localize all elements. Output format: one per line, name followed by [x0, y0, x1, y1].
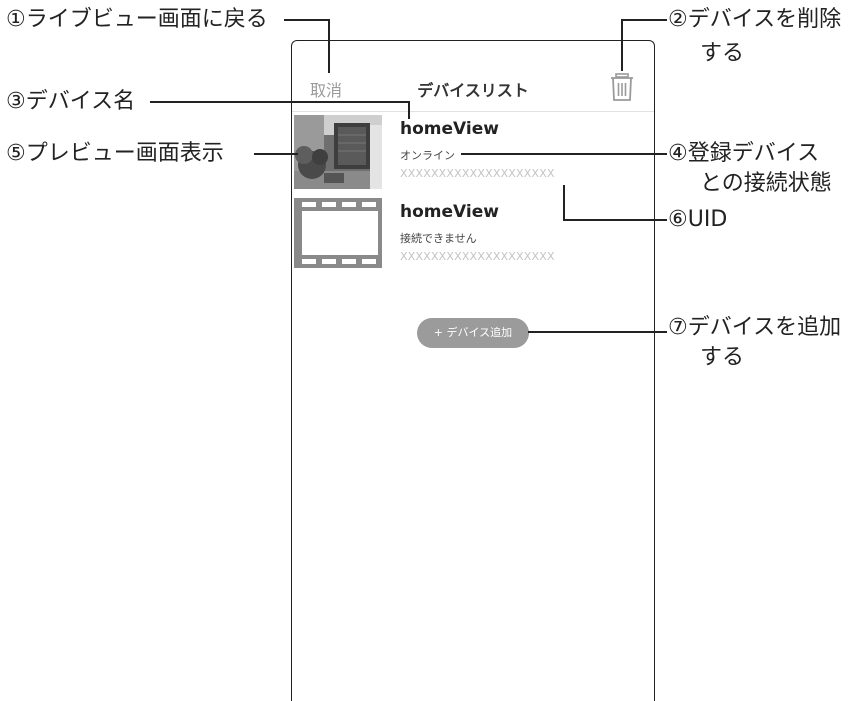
nav-divider	[292, 111, 654, 112]
phone-screen: 取消 デバイスリスト homeView オンライン XXXXXXXXXXXXXX…	[291, 40, 655, 701]
callout-return-to-liveview: ①ライブビュー画面に戻る	[6, 7, 268, 32]
callout-delete-device: ②デバイスを削除	[668, 7, 842, 32]
page-title: デバイスリスト	[417, 81, 529, 100]
leader-line	[254, 153, 298, 155]
connection-status: オンライン	[400, 149, 455, 162]
callout-delete-device-cont: する	[700, 41, 745, 66]
callout-preview-display: ⑤プレビュー画面表示	[6, 141, 224, 166]
device-name: homeView	[400, 202, 499, 222]
callout-uid: ⑥UID	[668, 207, 728, 232]
leader-line	[563, 219, 667, 221]
device-list-item[interactable]: homeView 接続できません XXXXXXXXXXXXXXXXXXXX	[292, 196, 654, 276]
leader-line	[328, 19, 330, 73]
leader-line	[461, 153, 667, 155]
callout-connection-status: ④登録デバイス	[668, 141, 820, 166]
leader-line	[150, 101, 410, 103]
add-device-button[interactable]: + デバイス追加	[417, 318, 529, 348]
trash-icon	[611, 73, 633, 101]
leader-line	[621, 19, 667, 21]
device-name: homeView	[400, 119, 499, 139]
callout-add-device-cont: する	[700, 345, 745, 370]
device-uid: XXXXXXXXXXXXXXXXXXXX	[400, 167, 555, 180]
camera-preview-image	[294, 115, 382, 189]
callout-connection-status-cont: との接続状態	[700, 171, 832, 196]
leader-line	[528, 331, 667, 333]
callout-device-name: ③デバイス名	[6, 89, 136, 114]
leader-line	[621, 19, 623, 71]
connection-status: 接続できません	[400, 232, 477, 245]
device-uid: XXXXXXXXXXXXXXXXXXXX	[400, 250, 555, 263]
leader-line	[284, 19, 330, 21]
callout-add-device: ⑦デバイスを追加	[668, 315, 842, 340]
leader-line	[563, 185, 565, 220]
leader-line	[408, 101, 410, 119]
film-placeholder-icon	[294, 198, 382, 272]
delete-device-button[interactable]	[610, 73, 634, 101]
